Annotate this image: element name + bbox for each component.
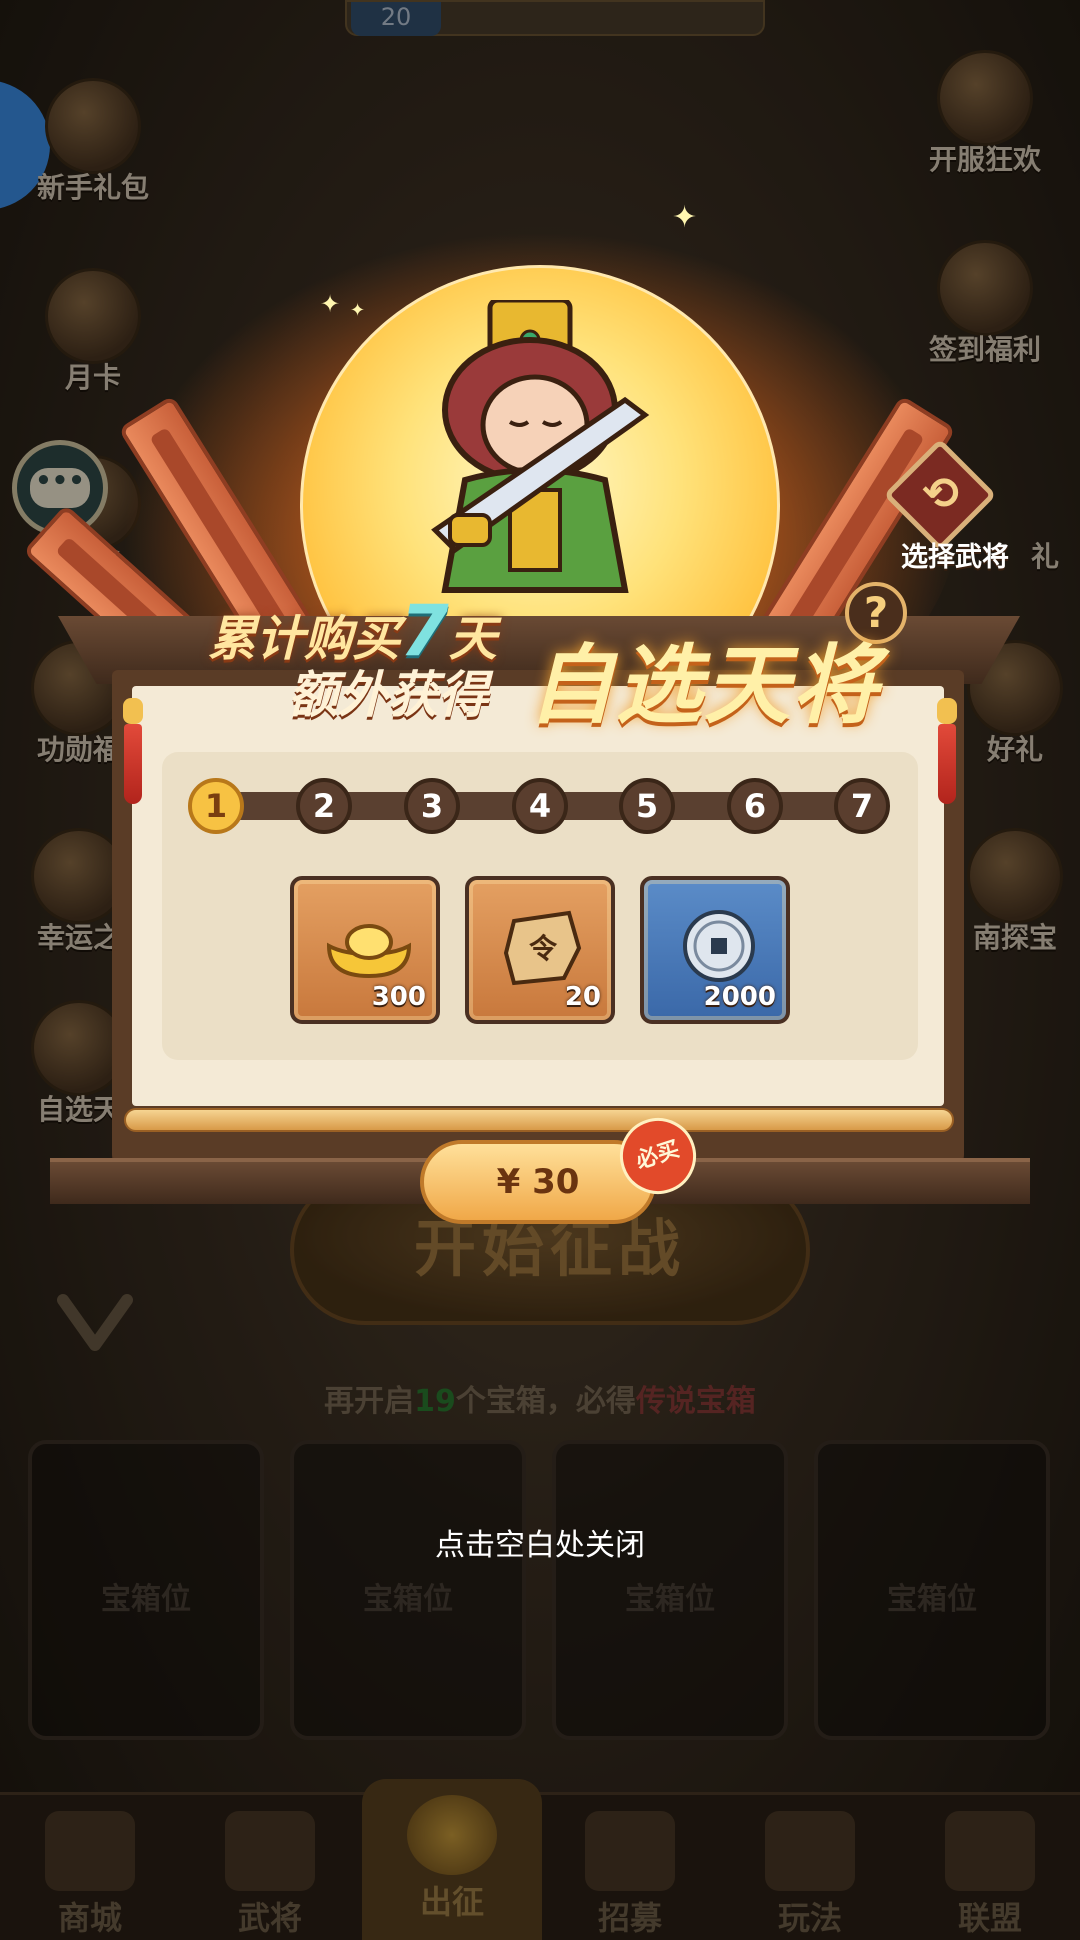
reward-count: 2000 [703,982,776,1012]
gold-ingot-icon [326,924,412,979]
promo-highlight: 自选天将 [528,636,880,736]
day-marker[interactable]: 1 [188,778,244,834]
promo-line2: 额外获得 [288,666,488,724]
swap-icon: ⟲ [922,468,960,520]
coin-icon [683,910,755,982]
sparkle-icon: ✦ [320,290,341,318]
sparkle-icon: ✦ [350,300,366,321]
sparkle-icon: ✦ [672,200,698,235]
close-hint: 点击空白处关闭 [435,1528,645,1563]
reward-count: 300 [371,982,426,1012]
day-marker[interactable]: 6 [727,778,783,834]
reward-item[interactable]: 300 [290,876,440,1024]
reward-item[interactable]: 令 20 [465,876,615,1024]
day-marker[interactable]: 5 [619,778,675,834]
scroll-rod [124,1108,954,1132]
reward-item[interactable]: 2000 [640,876,790,1024]
day-marker[interactable]: 2 [296,778,352,834]
day-marker[interactable]: 4 [512,778,568,834]
switch-general-label: 选择武将 [901,542,1009,573]
day-marker[interactable]: 3 [404,778,460,834]
svg-text:令: 令 [529,932,558,965]
tassel-left [120,698,146,808]
tassel-right [934,698,960,808]
reward-count: 20 [564,982,601,1012]
day-marker[interactable]: 7 [834,778,890,834]
general-portrait [431,300,650,593]
token-icon: 令 [503,910,582,986]
